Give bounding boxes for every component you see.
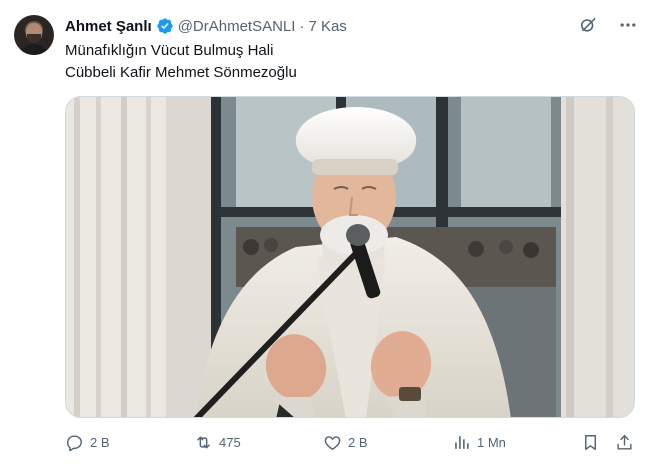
like-count: 2 B (348, 434, 368, 450)
tweet-text-line-2: Cübbeli Kafir Mehmet Sönmezoğlu (65, 64, 297, 81)
views-icon (455, 435, 469, 449)
share-button[interactable] (615, 430, 634, 454)
bookmark-button[interactable] (581, 430, 600, 454)
photo-illustration (66, 97, 634, 417)
verified-badge-icon (157, 18, 173, 34)
grok-icon[interactable] (578, 15, 598, 35)
repost-icon (197, 436, 210, 448)
tweet-header: Ahmet Şanlı @DrAhmetSANLI · 7 Kas (65, 16, 347, 36)
share-icon (617, 434, 632, 450)
views-button[interactable]: 1 Mn (452, 430, 506, 454)
tweet-date[interactable]: 7 Kas (308, 18, 346, 35)
tweet-actions-bar: 2 B 475 2 B 1 Mn (65, 430, 641, 454)
like-button[interactable]: 2 B (323, 430, 368, 454)
tweet-text-line-1: Münafıklığın Vücut Bulmuş Hali (65, 42, 274, 59)
repost-count: 475 (219, 434, 241, 450)
repost-button[interactable]: 475 (194, 430, 241, 454)
more-icon[interactable] (618, 15, 638, 35)
tweet-text: Münafıklığın Vücut Bulmuş Hali Cübbeli K… (65, 40, 297, 84)
views-count: 1 Mn (477, 434, 506, 450)
reply-icon (67, 434, 82, 451)
tweet-card[interactable]: Ahmet Şanlı @DrAhmetSANLI · 7 Kas Münafı… (0, 0, 654, 466)
reply-count: 2 B (90, 434, 110, 450)
tweet-media-photo[interactable] (65, 96, 635, 418)
reply-button[interactable]: 2 B (65, 430, 110, 454)
avatar-beard (27, 34, 41, 43)
author-avatar[interactable] (14, 15, 54, 55)
author-handle[interactable]: @DrAhmetSANLI (178, 18, 296, 35)
like-icon (324, 435, 341, 450)
avatar-shirt (18, 44, 50, 55)
tweet-top-actions (578, 15, 638, 35)
author-name[interactable]: Ahmet Şanlı (65, 18, 152, 35)
header-separator: · (299, 17, 305, 35)
bookmark-icon (585, 434, 596, 450)
